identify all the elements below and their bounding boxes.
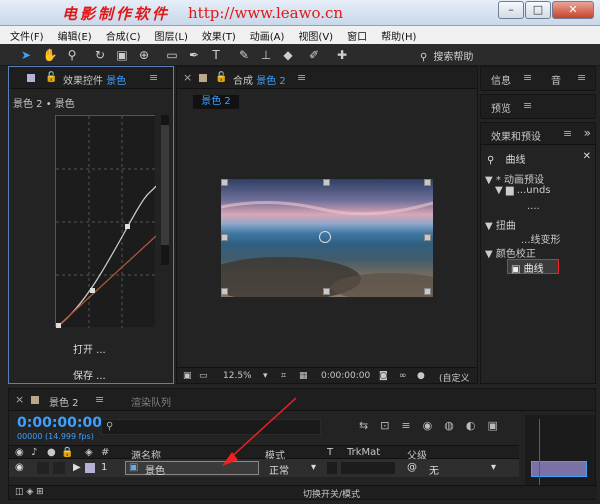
annotation-arrow bbox=[222, 397, 297, 466]
arrow-line bbox=[227, 397, 297, 461]
arrow-head bbox=[222, 452, 238, 466]
